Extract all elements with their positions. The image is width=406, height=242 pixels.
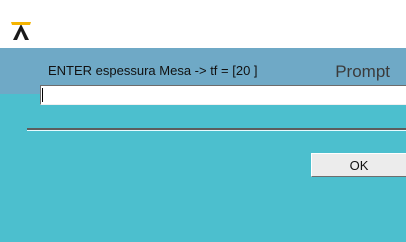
ok-button[interactable]: OK — [311, 153, 406, 177]
app-header — [0, 0, 406, 48]
ansys-logo-icon — [11, 22, 31, 40]
prompt-input[interactable] — [40, 85, 406, 105]
text-caret — [42, 88, 43, 102]
dialog-title: Prompt — [335, 62, 390, 81]
prompt-label: ENTER espessura Mesa -> tf = [20 ] — [48, 63, 258, 78]
dialog-separator — [27, 128, 406, 131]
